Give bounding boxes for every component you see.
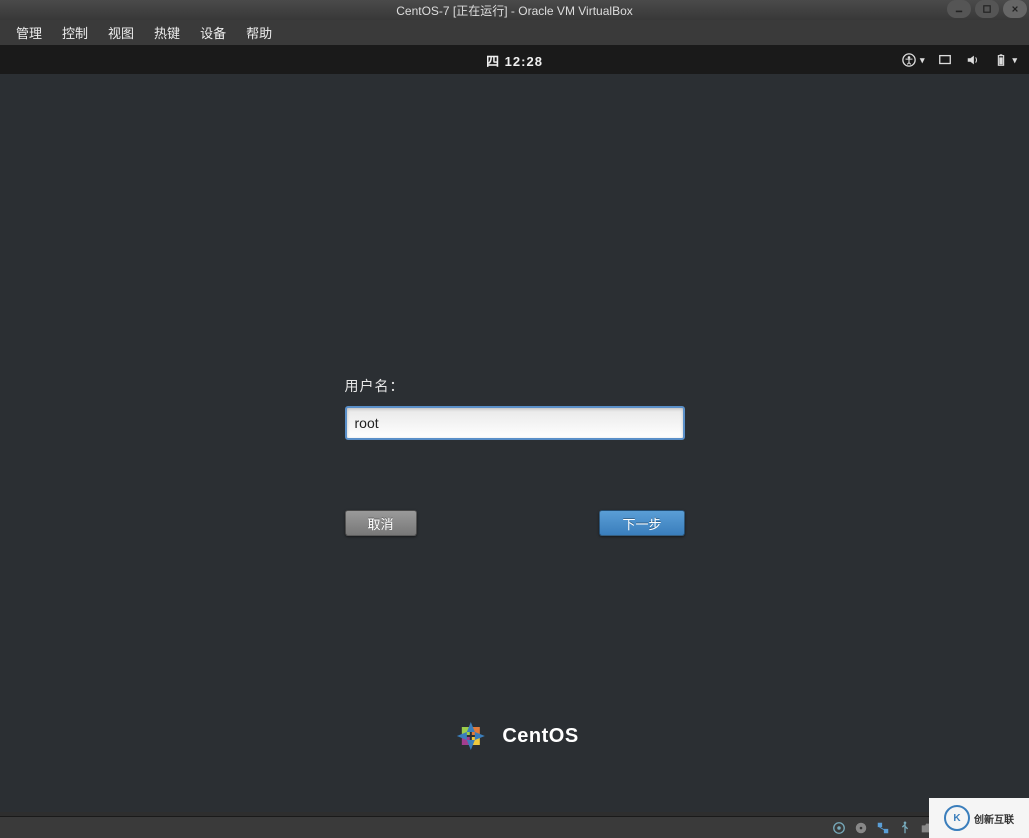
cancel-button[interactable]: 取消 (345, 510, 417, 536)
centos-logo-icon (450, 716, 490, 756)
vbox-statusbar: ⌃ (0, 816, 1029, 838)
username-label: 用户名： (345, 376, 685, 396)
menu-manage[interactable]: 管理 (6, 21, 52, 44)
username-input[interactable] (345, 406, 685, 440)
gnome-clock[interactable]: 四 12:28 (486, 51, 543, 70)
status-usb-icon[interactable] (897, 820, 913, 836)
guest-os-area: 四 12:28 ▾ ▾ 用户名： 取消 下一步 (0, 46, 1029, 812)
accessibility-icon[interactable]: ▾ (902, 53, 925, 67)
close-button[interactable] (1003, 0, 1027, 18)
vbox-title: CentOS-7 [正在运行] - Oracle VM VirtualBox (396, 2, 633, 19)
gnome-topbar-right: ▾ ▾ (902, 46, 1017, 74)
status-optical-icon[interactable] (853, 820, 869, 836)
gnome-topbar: 四 12:28 ▾ ▾ (0, 46, 1029, 74)
watermark-logo-icon: K (944, 805, 970, 831)
menu-view[interactable]: 视图 (98, 21, 144, 44)
status-network-icon[interactable] (875, 820, 891, 836)
volume-icon[interactable] (966, 53, 980, 67)
screen-icon[interactable] (938, 53, 952, 67)
watermark: K 创新互联 (929, 798, 1029, 838)
maximize-button[interactable] (975, 0, 999, 18)
login-buttons: 取消 下一步 (345, 510, 685, 536)
menu-control[interactable]: 控制 (52, 21, 98, 44)
centos-logo: CentOS (450, 716, 578, 756)
centos-brand-text: CentOS (502, 725, 578, 748)
next-button[interactable]: 下一步 (599, 510, 684, 536)
vbox-window-controls (947, 0, 1027, 18)
battery-icon[interactable]: ▾ (994, 53, 1017, 67)
menu-help[interactable]: 帮助 (236, 21, 282, 44)
vbox-titlebar: CentOS-7 [正在运行] - Oracle VM VirtualBox (0, 0, 1029, 20)
watermark-text: 创新互联 (974, 811, 1014, 826)
menu-devices[interactable]: 设备 (190, 21, 236, 44)
status-harddisk-icon[interactable] (831, 820, 847, 836)
login-form: 用户名： 取消 下一步 (345, 376, 685, 536)
minimize-button[interactable] (947, 0, 971, 18)
menu-hotkeys[interactable]: 热键 (144, 21, 190, 44)
vbox-menubar: 管理 控制 视图 热键 设备 帮助 (0, 20, 1029, 46)
